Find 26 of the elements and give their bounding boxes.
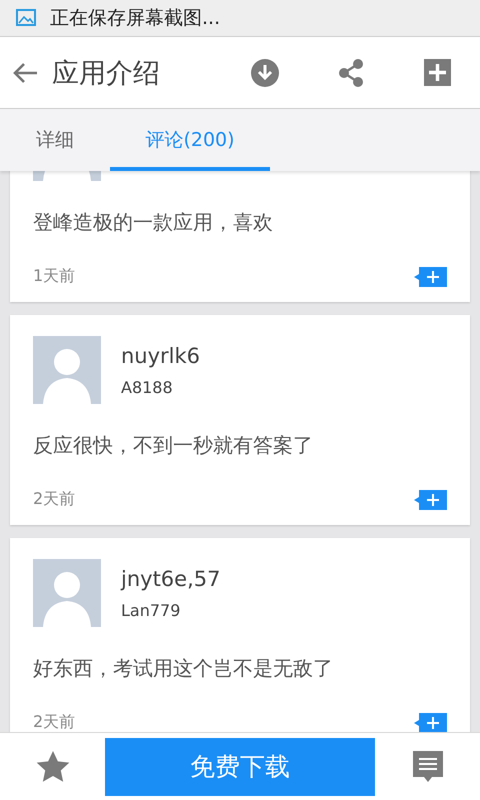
plus-icon (424, 59, 450, 86)
reply-button[interactable] (414, 712, 447, 732)
review-time: 2天前 (33, 712, 76, 732)
review-time: 1天前 (33, 266, 76, 287)
reply-button[interactable] (414, 266, 447, 286)
tab[interactable]: 详细 (0, 109, 110, 171)
user-name: nuyrlk6 (121, 344, 200, 368)
comment-icon (412, 750, 442, 782)
review-text: 好东西，考试用这个岂不是无敌了 (33, 655, 334, 682)
plus-icon (414, 490, 447, 510)
plus-icon (414, 266, 447, 286)
device-name: A8188 (121, 378, 174, 396)
download-button[interactable]: 免费下载 (105, 738, 375, 796)
picture-icon (16, 9, 36, 27)
page-title: 应用介绍 (52, 56, 161, 90)
review-text: 登峰造极的一款应用，喜欢 (33, 209, 274, 236)
download-icon (251, 58, 279, 86)
share-icon (338, 58, 364, 86)
status-text: 正在保存屏幕截图... (50, 6, 220, 31)
device-name: Lan779 (121, 600, 182, 620)
user-name: jnyt6e,57 (121, 566, 220, 590)
back-arrow-icon (12, 62, 38, 84)
review-text: 反应很快，不到一秒就有答案了 (33, 432, 314, 459)
star-icon (36, 750, 70, 782)
reply-button[interactable] (414, 490, 447, 510)
review-time: 2天前 (33, 489, 76, 510)
